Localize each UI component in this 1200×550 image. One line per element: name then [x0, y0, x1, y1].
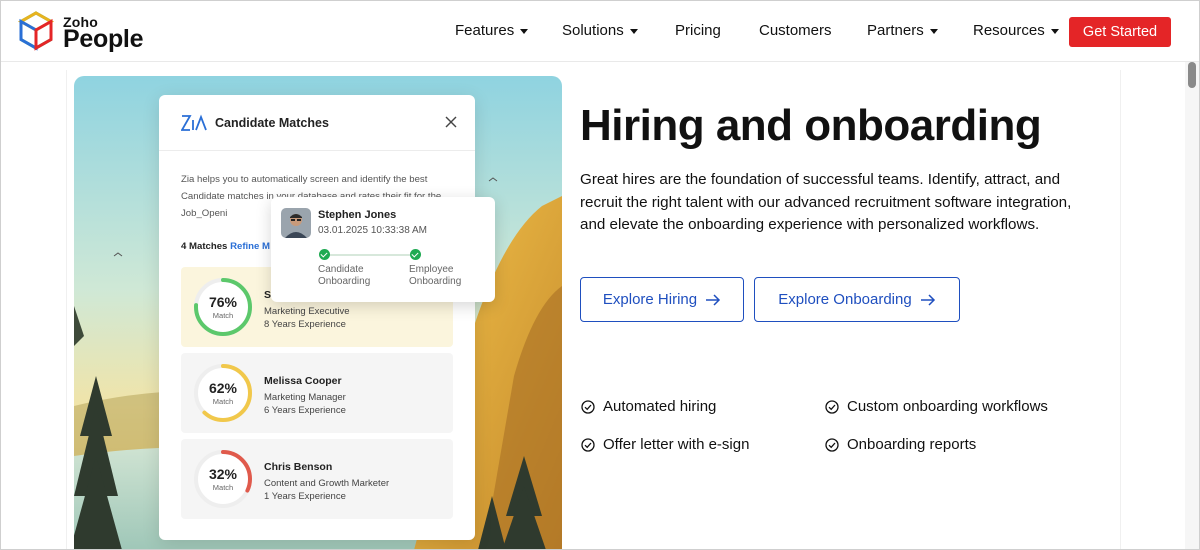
- nav-partners-label: Partners: [867, 22, 924, 39]
- match-label: Match: [212, 311, 234, 320]
- onboarding-status-popup: Stephen Jones 03.01.2025 10:33:38 AM Can…: [271, 197, 495, 302]
- candidate-experience: 6 Years Experience: [264, 405, 346, 416]
- step-employee-onboarding: Employee Onboarding: [409, 264, 462, 287]
- site-header: Zoho People Features Solutions Pricing C…: [0, 0, 1200, 62]
- nav-pricing-label: Pricing: [675, 22, 721, 39]
- candidate-experience: 8 Years Experience: [264, 319, 346, 330]
- caret-down-icon: [629, 29, 638, 34]
- candidate-name: Chris Benson: [264, 461, 333, 473]
- refine-matches-link[interactable]: Refine M: [230, 241, 270, 252]
- arrow-right-icon: [706, 293, 721, 306]
- step-candidate-onboarding: Candidate Onboarding: [318, 264, 371, 287]
- candidate-row[interactable]: 62% Match Melissa Cooper Marketing Manag…: [181, 353, 453, 433]
- feature-label: Custom onboarding workflows: [847, 398, 1048, 415]
- scrollbar-track[interactable]: [1185, 62, 1199, 550]
- nav-solutions[interactable]: Solutions: [562, 22, 638, 39]
- match-label: Match: [212, 397, 234, 406]
- check-circle-icon: [825, 437, 839, 452]
- zia-icon: [181, 114, 207, 131]
- nav-solutions-label: Solutions: [562, 22, 624, 39]
- candidate-role: Marketing Executive: [264, 306, 350, 317]
- candidate-row[interactable]: 32% Match Chris Benson Content and Growt…: [181, 439, 453, 519]
- avatar: [281, 208, 311, 238]
- nav-features-label: Features: [455, 22, 515, 39]
- person-avatar-icon: [281, 208, 311, 238]
- match-label: Match: [212, 483, 234, 492]
- feature-offer-letter-esign: Offer letter with e-sign: [581, 436, 749, 453]
- explore-hiring-button[interactable]: Explore Hiring: [580, 277, 744, 322]
- explore-onboarding-label: Explore Onboarding: [778, 291, 912, 308]
- popup-candidate-name: Stephen Jones: [318, 209, 397, 221]
- zoho-people-logo-icon: [17, 11, 55, 51]
- nav-resources[interactable]: Resources: [973, 22, 1059, 39]
- caret-down-icon: [520, 29, 529, 34]
- candidate-name: Melissa Cooper: [264, 375, 342, 387]
- card-header: Candidate Matches: [159, 95, 475, 151]
- feature-onboarding-reports: Onboarding reports: [825, 436, 976, 453]
- progress-line: [324, 254, 415, 256]
- get-started-button[interactable]: Get Started: [1069, 17, 1171, 47]
- caret-down-icon: [1050, 29, 1059, 34]
- check-circle-icon: [825, 399, 839, 414]
- candidate-role: Marketing Manager: [264, 392, 346, 403]
- nav-features[interactable]: Features: [455, 22, 529, 39]
- candidate-name: S: [264, 289, 272, 301]
- card-title: Candidate Matches: [215, 116, 329, 130]
- match-percent: 76%: [208, 294, 238, 310]
- feature-custom-onboarding-workflows: Custom onboarding workflows: [825, 398, 1048, 415]
- feature-label: Automated hiring: [603, 398, 717, 415]
- zoho-people-logo[interactable]: Zoho People: [16, 11, 156, 53]
- feature-label: Offer letter with e-sign: [603, 436, 750, 453]
- hero-description: Great hires are the foundation of succes…: [580, 171, 1072, 233]
- check-circle-icon: [410, 249, 421, 260]
- matches-count-line: 4 Matches Refine M: [181, 241, 270, 252]
- popup-datetime: 03.01.2025 10:33:38 AM: [318, 225, 427, 236]
- nav-partners[interactable]: Partners: [867, 22, 938, 39]
- feature-label: Onboarding reports: [847, 436, 977, 453]
- candidate-role: Content and Growth Marketer: [264, 478, 390, 489]
- match-percent: 62%: [208, 380, 238, 396]
- check-circle-icon: [581, 437, 595, 452]
- match-percent: 32%: [208, 466, 238, 482]
- close-icon[interactable]: [444, 115, 458, 129]
- feature-automated-hiring: Automated hiring: [581, 398, 716, 415]
- nav-customers[interactable]: Customers: [759, 22, 832, 39]
- check-circle-icon: [581, 399, 595, 414]
- hero-title: Hiring and onboarding: [580, 101, 1042, 150]
- nav-customers-label: Customers: [759, 22, 832, 39]
- matches-count: 4 Matches: [181, 241, 228, 252]
- explore-onboarding-button[interactable]: Explore Onboarding: [754, 277, 960, 322]
- caret-down-icon: [929, 29, 938, 34]
- explore-hiring-label: Explore Hiring: [602, 291, 698, 308]
- nav-resources-label: Resources: [973, 22, 1045, 39]
- logo-people-text: People: [63, 25, 144, 53]
- candidate-matches-card: Candidate Matches Zia helps you to autom…: [159, 95, 475, 540]
- nav-pricing[interactable]: Pricing: [675, 22, 721, 39]
- check-circle-icon: [319, 249, 330, 260]
- candidate-experience: 1 Years Experience: [264, 491, 346, 502]
- scrollbar-thumb[interactable]: [1188, 62, 1196, 88]
- arrow-right-icon: [920, 293, 935, 306]
